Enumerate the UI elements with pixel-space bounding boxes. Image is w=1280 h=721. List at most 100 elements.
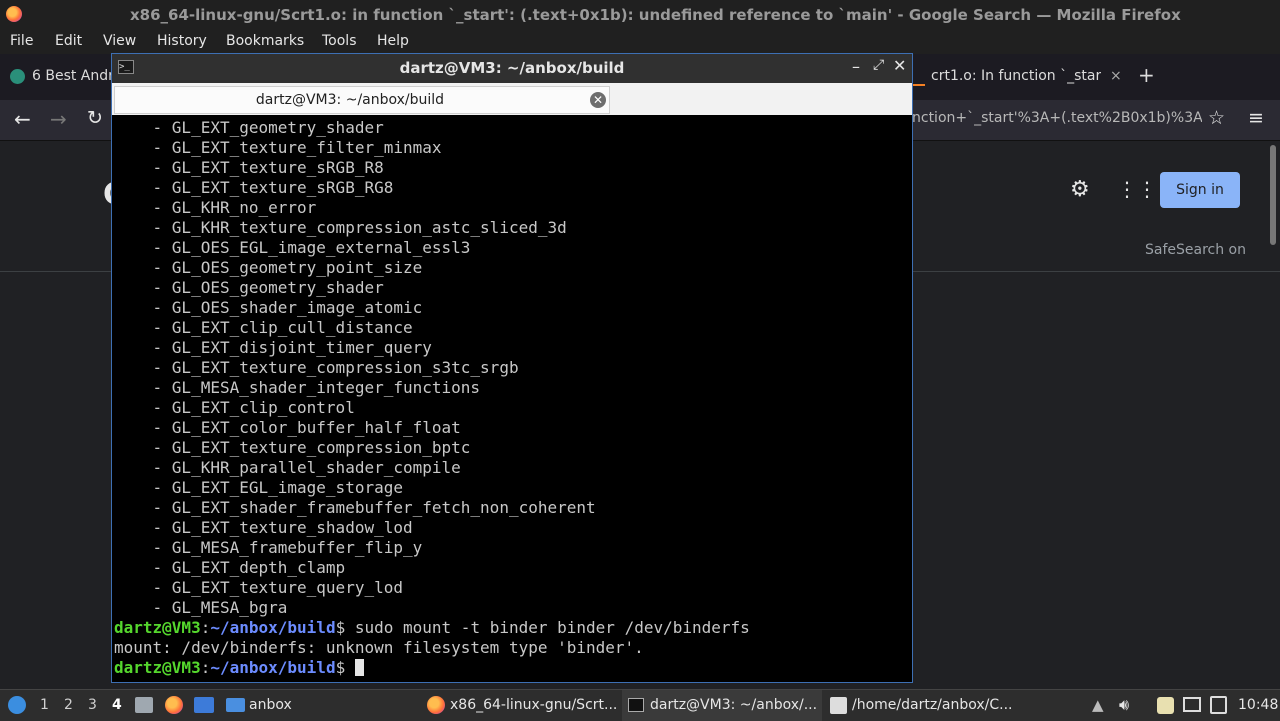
terminal-output-line: - GL_EXT_texture_compression_bptc — [114, 438, 471, 457]
text-editor-task-icon — [830, 697, 847, 714]
terminal-output-line: - GL_EXT_texture_query_lod — [114, 578, 403, 597]
terminal-task-icon — [628, 698, 644, 712]
firefox-icon — [6, 6, 22, 22]
new-tab-icon[interactable]: + — [1138, 63, 1155, 87]
terminal-tabbar: dartz@VM3: ~/anbox/build ✕ — [112, 83, 912, 115]
prompt-separator: : — [200, 618, 211, 637]
terminal-output-line: - GL_EXT_color_buffer_half_float — [114, 418, 461, 437]
folder-icon — [226, 698, 245, 712]
terminal-window: >_ dartz@VM3: ~/anbox/build – ⤢ ✕ dartz@… — [111, 53, 913, 683]
terminal-output-line: - GL_MESA_shader_integer_functions — [114, 378, 481, 397]
menu-history[interactable]: History — [157, 33, 207, 49]
terminal-output-lines: - GL_EXT_geometry_shader - GL_EXT_textur… — [114, 118, 910, 618]
close-icon[interactable]: ✕ — [893, 56, 906, 75]
terminal-output-line: - GL_OES_geometry_shader — [114, 278, 384, 297]
bookmark-star-icon[interactable]: ☆ — [1208, 107, 1225, 129]
prompt-user: dartz@VM3 — [114, 658, 201, 677]
workspace-1[interactable]: 1 — [40, 697, 49, 713]
firefox-task-icon — [427, 696, 445, 714]
tab-stackoverflow-icon — [913, 70, 925, 86]
terminal-output-line: - GL_EXT_texture_compression_s3tc_srgb — [114, 358, 519, 377]
url-bar-text[interactable]: nction+`_start'%3A+(.text%2B0x1b)%3A — [912, 110, 1202, 126]
terminal-output-line: - GL_KHR_no_error — [114, 198, 317, 217]
error-line: mount: /dev/binderfs: unknown filesystem… — [114, 638, 644, 657]
start-menu-icon[interactable] — [8, 696, 26, 714]
terminal-output-line: - GL_KHR_texture_compression_astc_sliced… — [114, 218, 567, 237]
terminal-output-line: - GL_MESA_framebuffer_flip_y — [114, 538, 423, 557]
terminal-output-line: - GL_EXT_depth_clamp — [114, 558, 346, 577]
task-firefox[interactable]: x86_64-linux-gnu/Scrt... — [450, 697, 617, 713]
terminal-output-line: - GL_EXT_geometry_shader — [114, 118, 384, 137]
terminal-output-line: - GL_EXT_shader_framebuffer_fetch_non_co… — [114, 498, 596, 517]
tab-crt1[interactable]: crt1.o: In function `_start — [931, 68, 1101, 84]
file-manager-launcher-icon[interactable] — [194, 697, 214, 713]
terminal-output[interactable]: - GL_EXT_geometry_shader - GL_EXT_textur… — [114, 118, 910, 680]
tab-close-icon[interactable]: × — [1110, 68, 1122, 84]
terminal-output-line: - GL_EXT_clip_cull_distance — [114, 318, 413, 337]
hamburger-menu-icon[interactable]: ≡ — [1248, 107, 1264, 129]
terminal-window-title: dartz@VM3: ~/anbox/build — [399, 59, 625, 77]
volume-icon[interactable]: 🔊︎ — [1119, 695, 1129, 715]
tab-close-icon[interactable]: ✕ — [590, 92, 606, 108]
terminal-output-line: - GL_EXT_texture_filter_minmax — [114, 138, 442, 157]
maximize-icon[interactable]: ⤢ — [873, 57, 884, 73]
prompt-separator: : — [200, 658, 211, 677]
active-prompt-line[interactable]: dartz@VM3:~/anbox/build$ — [114, 658, 910, 678]
terminal-output-line: - GL_OES_EGL_image_external_essl3 — [114, 238, 471, 257]
workspace-2[interactable]: 2 — [64, 697, 73, 713]
task-terminal[interactable]: dartz@VM3: ~/anbox/... — [650, 697, 817, 713]
menu-file[interactable]: File — [10, 33, 33, 49]
safesearch-status[interactable]: SafeSearch on — [1145, 242, 1246, 258]
task-anbox[interactable]: anbox — [249, 697, 292, 713]
page-scrollbar[interactable] — [1270, 145, 1276, 245]
terminal-tab[interactable]: dartz@VM3: ~/anbox/build ✕ — [114, 86, 610, 114]
terminal-titlebar[interactable]: >_ dartz@VM3: ~/anbox/build – ⤢ ✕ — [112, 54, 912, 83]
clock[interactable]: 10:48 — [1238, 697, 1278, 713]
show-desktop-icon[interactable] — [135, 697, 153, 713]
firefox-window-title: x86_64-linux-gnu/Scrt1.o: in function `_… — [130, 6, 1181, 24]
prompt-end: $ — [335, 658, 355, 677]
firefox-menubar: File Edit View History Bookmarks Tools H… — [0, 30, 1280, 54]
forward-arrow-icon[interactable]: → — [50, 107, 67, 131]
terminal-tab-label: dartz@VM3: ~/anbox/build — [255, 92, 445, 108]
minimize-icon[interactable]: – — [852, 57, 860, 76]
terminal-output-line: - GL_OES_geometry_point_size — [114, 258, 423, 277]
tab-best-android[interactable]: 6 Best Andr — [32, 68, 114, 84]
terminal-output-line: - GL_EXT_disjoint_timer_query — [114, 338, 432, 357]
tab-favicon-icon — [10, 69, 25, 84]
terminal-output-line: - GL_MESA_bgra — [114, 598, 288, 617]
terminal-output-line: - GL_EXT_clip_control — [114, 398, 355, 417]
notes-icon[interactable] — [1210, 696, 1227, 714]
firefox-titlebar: x86_64-linux-gnu/Scrt1.o: in function `_… — [0, 0, 1280, 30]
firefox-launcher-icon[interactable] — [165, 696, 183, 714]
menu-edit[interactable]: Edit — [55, 33, 82, 49]
menu-help[interactable]: Help — [377, 33, 409, 49]
menu-tools[interactable]: Tools — [322, 33, 357, 49]
settings-gear-icon[interactable]: ⚙ — [1070, 177, 1090, 202]
terminal-output-line: - GL_OES_shader_image_atomic — [114, 298, 423, 317]
terminal-output-line: - GL_EXT_EGL_image_storage — [114, 478, 403, 497]
sign-in-button[interactable]: Sign in — [1160, 172, 1240, 208]
prompt-user: dartz@VM3 — [114, 618, 201, 637]
task-editor[interactable]: /home/dartz/anbox/C... — [852, 697, 1013, 713]
prompt-end: $ — [335, 618, 355, 637]
prompt-path: ~/anbox/build — [210, 618, 336, 637]
command-line: dartz@VM3:~/anbox/build$ sudo mount -t b… — [114, 618, 910, 638]
workspace-3[interactable]: 3 — [88, 697, 97, 713]
command-text: sudo mount -t binder binder /dev/binderf… — [354, 618, 750, 637]
terminal-output-line: - GL_EXT_texture_shadow_lod — [114, 518, 413, 537]
workspace-4[interactable]: 4 — [112, 697, 122, 713]
network-icon[interactable] — [1183, 697, 1201, 712]
taskbar: 1 2 3 4 anbox x86_64-linux-gnu/Scrt... d… — [0, 689, 1280, 721]
text-cursor — [354, 659, 364, 676]
menu-bookmarks[interactable]: Bookmarks — [226, 33, 304, 49]
terminal-output-line: - GL_KHR_parallel_shader_compile — [114, 458, 461, 477]
menu-view[interactable]: View — [103, 33, 136, 49]
terminal-output-line: - GL_EXT_texture_sRGB_R8 — [114, 158, 384, 177]
reload-icon[interactable]: ↻ — [87, 107, 103, 129]
terminal-output-line: - GL_EXT_texture_sRGB_RG8 — [114, 178, 394, 197]
tray-arrow-icon[interactable]: ▲ — [1092, 696, 1104, 714]
clipboard-icon[interactable] — [1157, 697, 1174, 714]
prompt-path: ~/anbox/build — [210, 658, 336, 677]
back-arrow-icon[interactable]: ← — [14, 107, 31, 131]
